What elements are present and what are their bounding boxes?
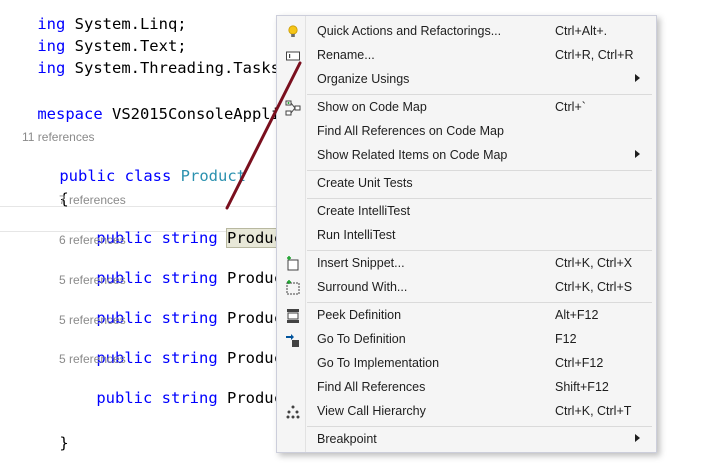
annotation-arrow-line (225, 61, 302, 210)
